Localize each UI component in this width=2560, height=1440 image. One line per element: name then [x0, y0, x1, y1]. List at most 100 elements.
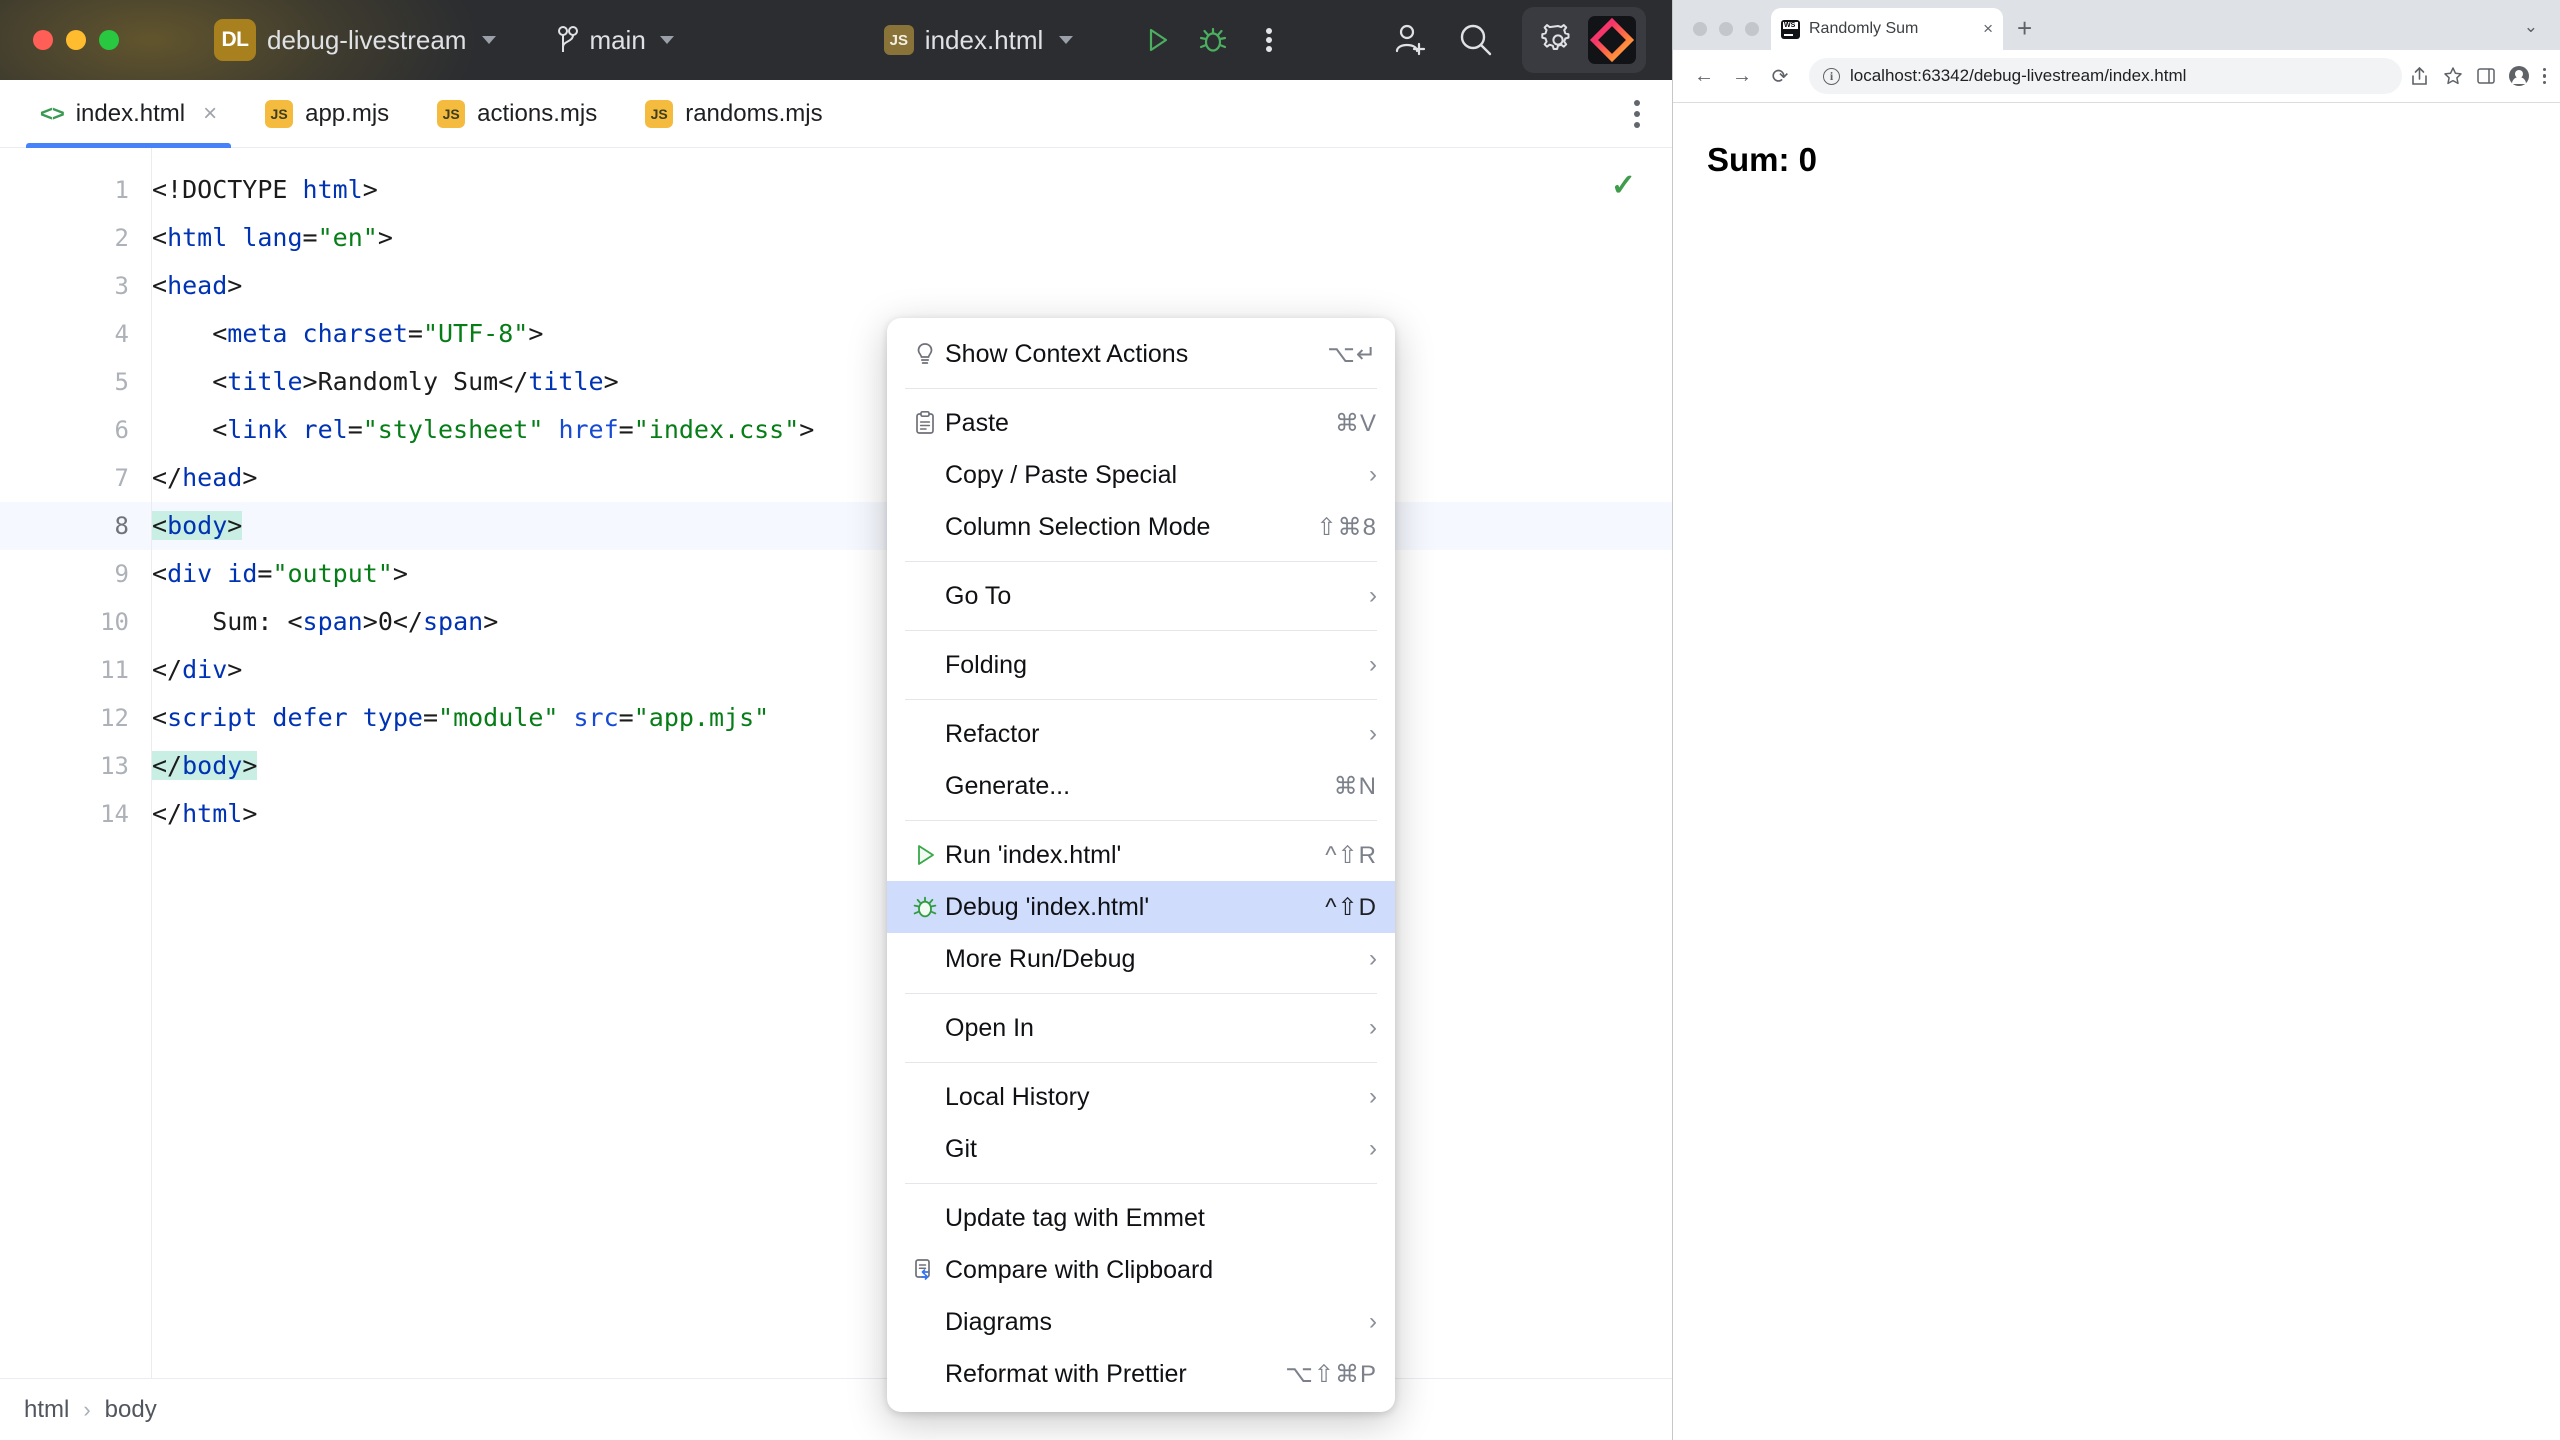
- maximize-window-button[interactable]: [99, 30, 119, 50]
- menu-item-debug-index-html[interactable]: Debug 'index.html' ^⇧D: [887, 881, 1395, 933]
- editor-tab-randoms-mjs[interactable]: JS randoms.mjs: [621, 80, 846, 148]
- close-tab-icon[interactable]: ×: [1983, 19, 1993, 39]
- breadcrumb-item-html[interactable]: html: [24, 1396, 69, 1424]
- line-number[interactable]: 5: [0, 358, 151, 406]
- menu-item-label: Folding: [945, 650, 1027, 679]
- line-number[interactable]: 10: [0, 598, 151, 646]
- back-button[interactable]: ←: [1687, 59, 1721, 93]
- editor-gutter[interactable]: 1 2 3 4 5 6 7 8 9 10 11 12 13 14: [0, 148, 152, 1378]
- reload-button[interactable]: ⟳: [1763, 59, 1797, 93]
- code-token: >: [227, 271, 243, 300]
- menu-item-shortcut: ⌥↵: [1327, 340, 1377, 368]
- kebab-menu-icon[interactable]: [2542, 67, 2546, 85]
- line-number[interactable]: 3: [0, 262, 151, 310]
- line-number[interactable]: 12: [0, 694, 151, 742]
- code-token: html: [182, 799, 243, 828]
- menu-item-open-in[interactable]: Open In ›: [887, 1002, 1395, 1054]
- code-token: <: [152, 703, 168, 732]
- add-user-button[interactable]: [1382, 12, 1438, 68]
- editor-tab-actions-mjs[interactable]: JS actions.mjs: [413, 80, 621, 148]
- code-token: type: [362, 703, 423, 732]
- menu-item-update-tag-with-emmet[interactable]: Update tag with Emmet: [887, 1192, 1395, 1244]
- line-number[interactable]: 1: [0, 166, 151, 214]
- line-number[interactable]: 13: [0, 742, 151, 790]
- close-tab-icon[interactable]: ×: [203, 100, 217, 128]
- menu-item-paste[interactable]: Paste ⌘V: [887, 397, 1395, 449]
- browser-minimize-button[interactable]: [1719, 22, 1733, 36]
- chevron-down-icon: [659, 36, 674, 44]
- code-line[interactable]: <html lang="en">: [152, 214, 1672, 262]
- window-traffic-lights[interactable]: [33, 30, 119, 50]
- menu-item-column-selection-mode[interactable]: Column Selection Mode ⇧⌘8: [887, 501, 1395, 553]
- menu-item-local-history[interactable]: Local History ›: [887, 1071, 1395, 1123]
- menu-item-label: Column Selection Mode: [945, 512, 1211, 541]
- chevron-down-icon[interactable]: ⌄: [2524, 17, 2538, 37]
- tab-options-button[interactable]: [1634, 99, 1640, 128]
- settings-button[interactable]: [1532, 14, 1584, 66]
- line-number[interactable]: 8: [0, 502, 151, 550]
- webstorm-logo-icon[interactable]: [1588, 16, 1636, 64]
- branch-name-label: main: [589, 24, 646, 55]
- browser-maximize-button[interactable]: [1745, 22, 1759, 36]
- editor-context-menu[interactable]: Show Context Actions ⌥↵ Paste ⌘V Copy / Past…: [887, 318, 1395, 1412]
- code-token: >: [362, 607, 378, 636]
- inspection-status-icon[interactable]: ✓: [1611, 168, 1636, 203]
- browser-close-button[interactable]: [1693, 22, 1707, 36]
- line-number[interactable]: 14: [0, 790, 151, 838]
- menu-item-copy-paste-special[interactable]: Copy / Paste Special ›: [887, 449, 1395, 501]
- line-number[interactable]: 4: [0, 310, 151, 358]
- browser-traffic-lights[interactable]: [1693, 22, 1759, 36]
- menu-item-run-index-html[interactable]: Run 'index.html' ^⇧R: [887, 829, 1395, 881]
- code-token: >: [528, 319, 544, 348]
- forward-button[interactable]: →: [1725, 59, 1759, 93]
- menu-item-git[interactable]: Git ›: [887, 1123, 1395, 1175]
- editor-tab-app-mjs[interactable]: JS app.mjs: [241, 80, 413, 148]
- git-branch-selector[interactable]: main: [556, 24, 674, 56]
- line-number[interactable]: 9: [0, 550, 151, 598]
- minimize-window-button[interactable]: [66, 30, 86, 50]
- breadcrumb-item-body[interactable]: body: [105, 1396, 157, 1424]
- menu-item-compare-with-clipboard[interactable]: Compare with Clipboard: [887, 1244, 1395, 1296]
- menu-item-refactor[interactable]: Refactor ›: [887, 708, 1395, 760]
- chevron-right-icon: ›: [1369, 1308, 1377, 1335]
- line-number[interactable]: 6: [0, 406, 151, 454]
- line-number[interactable]: 11: [0, 646, 151, 694]
- menu-item-more-run-debug[interactable]: More Run/Debug ›: [887, 933, 1395, 985]
- debug-button[interactable]: [1185, 12, 1241, 68]
- menu-item-shortcut: ⌥⇧⌘P: [1285, 1360, 1377, 1388]
- editor-tab-index-html[interactable]: <> index.html ×: [16, 80, 241, 148]
- menu-item-diagrams[interactable]: Diagrams ›: [887, 1296, 1395, 1348]
- line-number[interactable]: 2: [0, 214, 151, 262]
- new-tab-button[interactable]: +: [2017, 15, 2032, 41]
- chevron-right-icon: ›: [1369, 651, 1377, 678]
- close-window-button[interactable]: [33, 30, 53, 50]
- menu-item-shortcut: ⌘V: [1334, 409, 1377, 437]
- search-icon: [1460, 24, 1492, 56]
- share-icon[interactable]: [2410, 66, 2429, 86]
- line-number[interactable]: 7: [0, 454, 151, 502]
- js-file-icon: JS: [883, 25, 914, 55]
- project-selector[interactable]: DL debug-livestream: [214, 19, 497, 61]
- run-config-selector[interactable]: JS index.html: [883, 25, 1074, 56]
- menu-item-folding[interactable]: Folding ›: [887, 639, 1395, 691]
- menu-item-generate[interactable]: Generate... ⌘N: [887, 760, 1395, 812]
- browser-tab[interactable]: WS Randomly Sum ×: [1771, 8, 2003, 50]
- code-editor[interactable]: 1 2 3 4 5 6 7 8 9 10 11 12 13 14 <!DOCTYPE html> <html…: [0, 148, 1672, 1378]
- search-button[interactable]: [1448, 12, 1504, 68]
- chevron-down-icon: [1059, 36, 1074, 44]
- run-button[interactable]: [1129, 12, 1185, 68]
- menu-item-label: Paste: [945, 408, 1009, 437]
- branch-icon: [558, 26, 579, 52]
- star-icon[interactable]: [2443, 66, 2463, 86]
- address-bar[interactable]: i localhost:63342/debug-livestream/index…: [1809, 58, 2402, 94]
- more-actions-button[interactable]: [1241, 12, 1297, 68]
- avatar[interactable]: [2508, 66, 2529, 86]
- code-token: >: [227, 511, 243, 540]
- info-circle-icon[interactable]: i: [1823, 67, 1840, 85]
- menu-item-show-context-actions[interactable]: Show Context Actions ⌥↵: [887, 328, 1395, 380]
- code-line[interactable]: <head>: [152, 262, 1672, 310]
- menu-item-reformat-with-prettier[interactable]: Reformat with Prettier ⌥⇧⌘P: [887, 1348, 1395, 1400]
- side-panel-icon[interactable]: [2476, 67, 2495, 85]
- menu-item-go-to[interactable]: Go To ›: [887, 570, 1395, 622]
- code-line[interactable]: <!DOCTYPE html>: [152, 166, 1672, 214]
